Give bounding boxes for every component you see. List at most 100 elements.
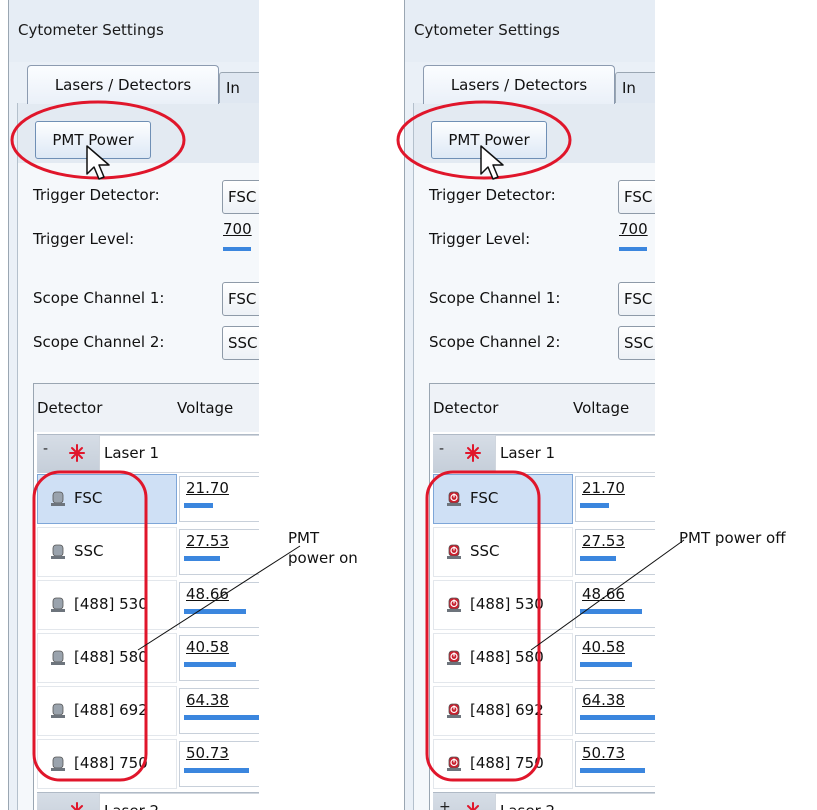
voltage-bar — [580, 609, 642, 614]
voltage-cell[interactable]: 27.53 — [179, 529, 259, 575]
detector-column-header[interactable]: Detector — [37, 399, 102, 417]
detector-row[interactable]: [488] 750 50.73 — [433, 739, 655, 789]
voltage-cell[interactable]: 64.38 — [575, 688, 655, 734]
voltage-value[interactable]: 27.53 — [582, 532, 625, 550]
voltage-value[interactable]: 40.58 — [186, 638, 229, 656]
voltage-value[interactable]: 50.73 — [186, 744, 229, 762]
collapse-toggle[interactable]: - — [43, 441, 48, 457]
laser-1-name: Laser 1 — [99, 435, 259, 473]
pmt-detector-icon — [447, 597, 461, 612]
laser-2-group-row[interactable]: Laser 2 — [37, 792, 259, 810]
panel-title: Cytometer Settings — [414, 21, 560, 39]
voltage-bar — [580, 556, 616, 561]
detector-row[interactable]: FSC 21.70 — [37, 474, 259, 524]
voltage-column-header[interactable]: Voltage — [177, 399, 233, 417]
scope-channel-2-select[interactable]: SSC — [618, 326, 655, 360]
pmt-power-button[interactable]: PMT Power — [35, 121, 151, 159]
voltage-cell[interactable]: 21.70 — [179, 476, 259, 522]
voltage-value[interactable]: 48.66 — [186, 585, 229, 603]
scope-channel-1-label: Scope Channel 1: — [429, 289, 561, 307]
detector-row[interactable]: FSC 21.70 — [433, 474, 655, 524]
voltage-value[interactable]: 48.66 — [582, 585, 625, 603]
laser-starburst-icon — [467, 802, 479, 810]
voltage-cell[interactable]: 48.66 — [575, 582, 655, 628]
detector-cell[interactable]: FSC — [433, 474, 573, 524]
detector-row[interactable]: [488] 580 40.58 — [37, 633, 259, 683]
voltage-cell[interactable]: 21.70 — [575, 476, 655, 522]
detector-cell[interactable]: [488] 750 — [433, 739, 573, 789]
laser-1-group-row[interactable]: - Laser 1 — [433, 434, 655, 473]
tab-lasers-detectors[interactable]: Lasers / Detectors — [27, 65, 219, 104]
voltage-bar — [580, 503, 609, 508]
voltage-value[interactable]: 21.70 — [186, 479, 229, 497]
pmt-detector-icon — [51, 544, 65, 559]
detector-name: SSC — [74, 542, 104, 560]
detector-grid: Detector Voltage - Laser 1 FSC 21.70 SSC 27… — [429, 383, 655, 810]
trigger-detector-select[interactable]: FSC — [222, 180, 259, 214]
detector-name: FSC — [74, 489, 103, 507]
voltage-bar — [184, 662, 236, 667]
trigger-level-value[interactable]: 700 — [619, 220, 648, 238]
detector-cell[interactable]: SSC — [37, 527, 177, 577]
laser-2-group-row[interactable]: + Laser 2 — [433, 792, 655, 810]
detector-cell[interactable]: SSC — [433, 527, 573, 577]
voltage-value[interactable]: 21.70 — [582, 479, 625, 497]
detector-cell[interactable]: [488] 692 — [37, 686, 177, 736]
detector-row[interactable]: SSC 27.53 — [433, 527, 655, 577]
detector-name: [488] 692 — [74, 701, 148, 719]
detector-cell[interactable]: [488] 750 — [37, 739, 177, 789]
voltage-cell[interactable]: 40.58 — [179, 635, 259, 681]
tab-instrument[interactable]: In — [219, 72, 259, 104]
title-bar: Cytometer Settings — [405, 0, 655, 62]
detector-cell[interactable]: [488] 692 — [433, 686, 573, 736]
trigger-detector-select[interactable]: FSC — [618, 180, 655, 214]
detector-grid: Detector Voltage - Laser 1 FSC 21.70 SSC 27… — [33, 383, 259, 810]
detector-cell[interactable]: [488] 580 — [433, 633, 573, 683]
pmt-detector-icon — [51, 491, 65, 506]
detector-row[interactable]: [488] 580 40.58 — [433, 633, 655, 683]
voltage-value[interactable]: 27.53 — [186, 532, 229, 550]
laser-starburst-icon — [69, 444, 85, 462]
expand-toggle[interactable]: + — [439, 799, 451, 810]
detector-column-header[interactable]: Detector — [433, 399, 498, 417]
voltage-bar — [184, 503, 213, 508]
voltage-column-header[interactable]: Voltage — [573, 399, 629, 417]
voltage-cell[interactable]: 64.38 — [179, 688, 259, 734]
detector-row[interactable]: [488] 530 48.66 — [433, 580, 655, 630]
laser-1-group-row[interactable]: - Laser 1 — [37, 434, 259, 473]
voltage-value[interactable]: 64.38 — [186, 691, 229, 709]
detector-cell[interactable]: [488] 580 — [37, 633, 177, 683]
voltage-cell[interactable]: 27.53 — [575, 529, 655, 575]
detector-row[interactable]: SSC 27.53 — [37, 527, 259, 577]
voltage-cell[interactable]: 50.73 — [179, 741, 259, 787]
pmt-detector-icon — [51, 703, 65, 718]
voltage-value[interactable]: 40.58 — [582, 638, 625, 656]
detector-row[interactable]: [488] 692 64.38 — [433, 686, 655, 736]
pmt-detector-icon — [51, 756, 65, 771]
scope-channel-2-select[interactable]: SSC — [222, 326, 259, 360]
voltage-cell[interactable]: 48.66 — [179, 582, 259, 628]
trigger-level-value[interactable]: 700 — [223, 220, 252, 238]
detector-row[interactable]: [488] 692 64.38 — [37, 686, 259, 736]
collapse-toggle[interactable]: - — [439, 441, 444, 457]
tab-lasers-detectors[interactable]: Lasers / Detectors — [423, 65, 615, 104]
pmt-power-button[interactable]: PMT Power — [431, 121, 547, 159]
detector-row[interactable]: [488] 750 50.73 — [37, 739, 259, 789]
detector-cell[interactable]: [488] 530 — [37, 580, 177, 630]
detector-cell[interactable]: [488] 530 — [433, 580, 573, 630]
detector-cell[interactable]: FSC — [37, 474, 177, 524]
scope-channel-1-select[interactable]: FSC — [222, 282, 259, 316]
cytometer-settings-panel-off: Cytometer Settings Lasers / Detectors In… — [404, 0, 655, 810]
voltage-cell[interactable]: 50.73 — [575, 741, 655, 787]
voltage-value[interactable]: 64.38 — [582, 691, 625, 709]
laser-2-name: Laser 2 — [495, 793, 655, 810]
detector-name: [488] 530 — [74, 595, 148, 613]
trigger-level-label: Trigger Level: — [429, 230, 531, 248]
voltage-cell[interactable]: 40.58 — [575, 635, 655, 681]
detector-name: [488] 580 — [470, 648, 544, 666]
trigger-detector-label: Trigger Detector: — [429, 186, 556, 204]
detector-row[interactable]: [488] 530 48.66 — [37, 580, 259, 630]
tab-instrument[interactable]: In — [615, 72, 655, 104]
scope-channel-1-select[interactable]: FSC — [618, 282, 655, 316]
voltage-value[interactable]: 50.73 — [582, 744, 625, 762]
